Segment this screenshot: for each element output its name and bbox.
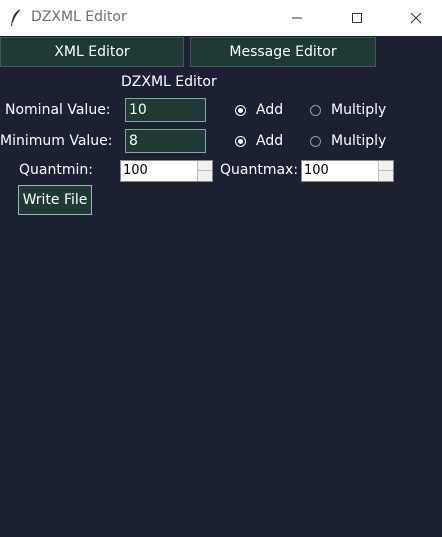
quantmax-spinbox[interactable]: 100	[301, 160, 394, 182]
quantmin-value: 100	[123, 163, 148, 178]
radio-selected-icon	[235, 104, 246, 116]
write-file-button[interactable]: Write File	[18, 185, 92, 215]
nominal-multiply-radio[interactable]: Multiply	[310, 102, 386, 118]
feather-icon	[9, 8, 23, 28]
radio-selected-icon	[235, 135, 246, 147]
spin-arrows-icon[interactable]	[378, 161, 393, 181]
quantmin-spinbox[interactable]: 100	[120, 160, 213, 182]
spin-up-icon[interactable]	[379, 161, 393, 171]
quantmin-label: Quantmin:	[19, 162, 93, 178]
minimum-value-label: Minimum Value:	[0, 133, 113, 149]
window-title: DZXML Editor	[31, 9, 127, 25]
minimize-button[interactable]	[274, 0, 320, 36]
nominal-add-radio[interactable]: Add	[235, 102, 283, 118]
spin-up-icon[interactable]	[198, 161, 212, 171]
nominal-multiply-label: Multiply	[331, 102, 387, 118]
radio-unselected-icon	[310, 135, 321, 147]
radio-unselected-icon	[310, 104, 321, 116]
minimum-value-input[interactable]: 8	[125, 129, 206, 153]
close-button[interactable]	[393, 0, 439, 36]
form-heading: DZXML Editor	[121, 74, 217, 90]
minimum-multiply-label: Multiply	[331, 133, 387, 149]
spin-arrows-icon[interactable]	[197, 161, 212, 181]
minimum-add-label: Add	[256, 133, 284, 149]
quantmax-value: 100	[304, 163, 329, 178]
minimum-multiply-radio[interactable]: Multiply	[310, 133, 386, 149]
xml-editor-button[interactable]: XML Editor	[0, 37, 184, 67]
maximize-button[interactable]	[334, 0, 380, 36]
quantmax-label: Quantmax:	[220, 162, 299, 178]
nominal-value-label: Nominal Value:	[5, 102, 111, 118]
title-bar: DZXML Editor	[0, 0, 442, 36]
message-editor-button[interactable]: Message Editor	[190, 37, 376, 67]
minimum-add-radio[interactable]: Add	[235, 133, 283, 149]
nominal-add-label: Add	[256, 102, 284, 118]
nominal-value-input[interactable]: 10	[125, 98, 206, 122]
